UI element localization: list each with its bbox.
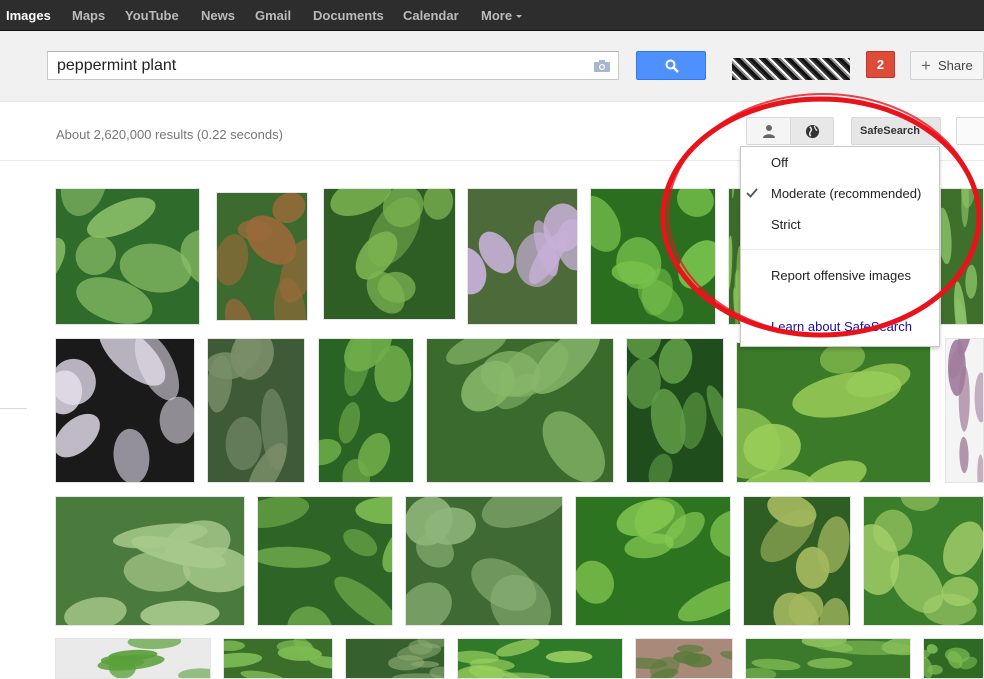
image-thumbnail[interactable] <box>55 638 211 679</box>
plant-photo-image <box>864 497 983 625</box>
plant-photo-image <box>737 343 930 482</box>
globe-icon <box>805 124 820 139</box>
search-box <box>47 51 619 80</box>
plant-photo-image <box>468 189 577 324</box>
menu-item-moderate[interactable]: Moderate (recommended) <box>771 186 921 201</box>
share-button[interactable]: + Share <box>910 51 984 80</box>
notification-badge[interactable]: 2 <box>866 51 895 78</box>
plant-photo-image <box>427 339 613 482</box>
plant-photo-image <box>56 339 194 482</box>
plus-icon: + <box>921 56 931 75</box>
plant-photo-image <box>627 339 723 482</box>
plant-photo-image <box>924 639 983 678</box>
plant-photo-image <box>406 497 562 625</box>
image-thumbnail[interactable] <box>55 188 200 325</box>
redacted-username <box>732 58 850 80</box>
plant-photo-image <box>224 639 332 678</box>
menu-item-report[interactable]: Report offensive images <box>771 268 911 283</box>
plant-photo-image <box>576 497 730 625</box>
menu-item-off[interactable]: Off <box>771 155 788 170</box>
menu-divider <box>741 249 939 250</box>
image-thumbnail[interactable] <box>923 638 984 679</box>
image-thumbnail[interactable] <box>635 638 733 679</box>
result-stats: About 2,620,000 results (0.22 seconds) <box>56 127 283 142</box>
plant-photo-image <box>746 639 910 678</box>
divider <box>0 408 27 409</box>
options-button[interactable] <box>956 117 984 145</box>
image-thumbnail[interactable] <box>863 496 984 626</box>
safesearch-button[interactable]: SafeSearch <box>851 117 941 145</box>
safesearch-menu: Off Moderate (recommended) Strict Report… <box>740 146 940 347</box>
plant-photo-image <box>258 497 392 625</box>
image-thumbnail[interactable] <box>55 338 195 483</box>
menu-item-strict[interactable]: Strict <box>771 217 801 232</box>
nav-news[interactable]: News <box>201 0 235 31</box>
nav-images[interactable]: Images <box>6 0 51 31</box>
image-thumbnail[interactable] <box>575 496 731 626</box>
image-thumbnail[interactable] <box>223 638 333 679</box>
image-thumbnail[interactable] <box>345 638 445 679</box>
plant-photo-image <box>946 339 983 482</box>
person-icon <box>763 125 775 138</box>
search-button[interactable] <box>636 51 706 80</box>
nav-youtube[interactable]: YouTube <box>125 0 179 31</box>
image-thumbnail[interactable] <box>207 338 305 483</box>
plant-photo-image <box>458 639 622 678</box>
image-thumbnail[interactable] <box>590 188 716 325</box>
plant-photo-image <box>319 339 413 482</box>
nav-gmail[interactable]: Gmail <box>255 0 291 31</box>
image-thumbnail[interactable] <box>323 188 456 320</box>
image-thumbnail[interactable] <box>743 496 851 626</box>
image-thumbnail[interactable] <box>405 496 563 626</box>
nav-documents[interactable]: Documents <box>313 0 384 31</box>
chevron-down-icon <box>516 15 523 19</box>
plant-photo-image <box>636 639 732 678</box>
image-thumbnail[interactable] <box>216 192 308 321</box>
image-thumbnail[interactable] <box>745 638 911 679</box>
search-input[interactable] <box>48 52 588 79</box>
learn-safesearch-link[interactable]: Learn about SafeSearch <box>771 319 912 334</box>
image-thumbnail[interactable] <box>426 338 614 483</box>
plant-photo-image <box>324 189 455 319</box>
image-thumbnail[interactable] <box>467 188 578 325</box>
image-thumbnail[interactable] <box>55 496 245 626</box>
plant-photo-image <box>56 189 199 324</box>
search-icon <box>665 59 679 73</box>
image-thumbnail[interactable] <box>945 338 984 483</box>
plant-photo-image <box>56 497 244 625</box>
world-results-button[interactable] <box>790 117 834 145</box>
search-header: 2 + Share <box>0 31 984 102</box>
image-thumbnail[interactable] <box>457 638 623 679</box>
image-thumbnail[interactable] <box>257 496 393 626</box>
plant-photo-image <box>941 189 983 324</box>
share-label: Share <box>938 58 973 73</box>
nav-more-label: More <box>481 8 513 23</box>
safesearch-label: SafeSearch <box>860 125 920 137</box>
plant-photo-image <box>744 497 850 625</box>
nav-calendar[interactable]: Calendar <box>403 0 459 31</box>
personal-results-button[interactable] <box>746 117 790 145</box>
image-thumbnail[interactable] <box>626 338 724 483</box>
camera-icon[interactable] <box>594 60 610 72</box>
nav-more[interactable]: More <box>481 0 523 31</box>
checkmark-icon <box>746 188 758 198</box>
nav-maps[interactable]: Maps <box>72 0 105 31</box>
plant-photo-image <box>208 339 304 482</box>
plant-photo-image <box>346 639 444 678</box>
plant-photo-image <box>56 639 210 678</box>
top-nav-bar: Images Maps YouTube News Gmail Documents… <box>0 0 984 31</box>
image-thumbnail[interactable] <box>940 188 984 325</box>
chevron-down-icon <box>923 129 930 133</box>
image-thumbnail[interactable] <box>736 342 931 483</box>
plant-photo-image <box>591 189 715 324</box>
plant-photo-image <box>217 193 307 320</box>
image-thumbnail[interactable] <box>318 338 414 483</box>
